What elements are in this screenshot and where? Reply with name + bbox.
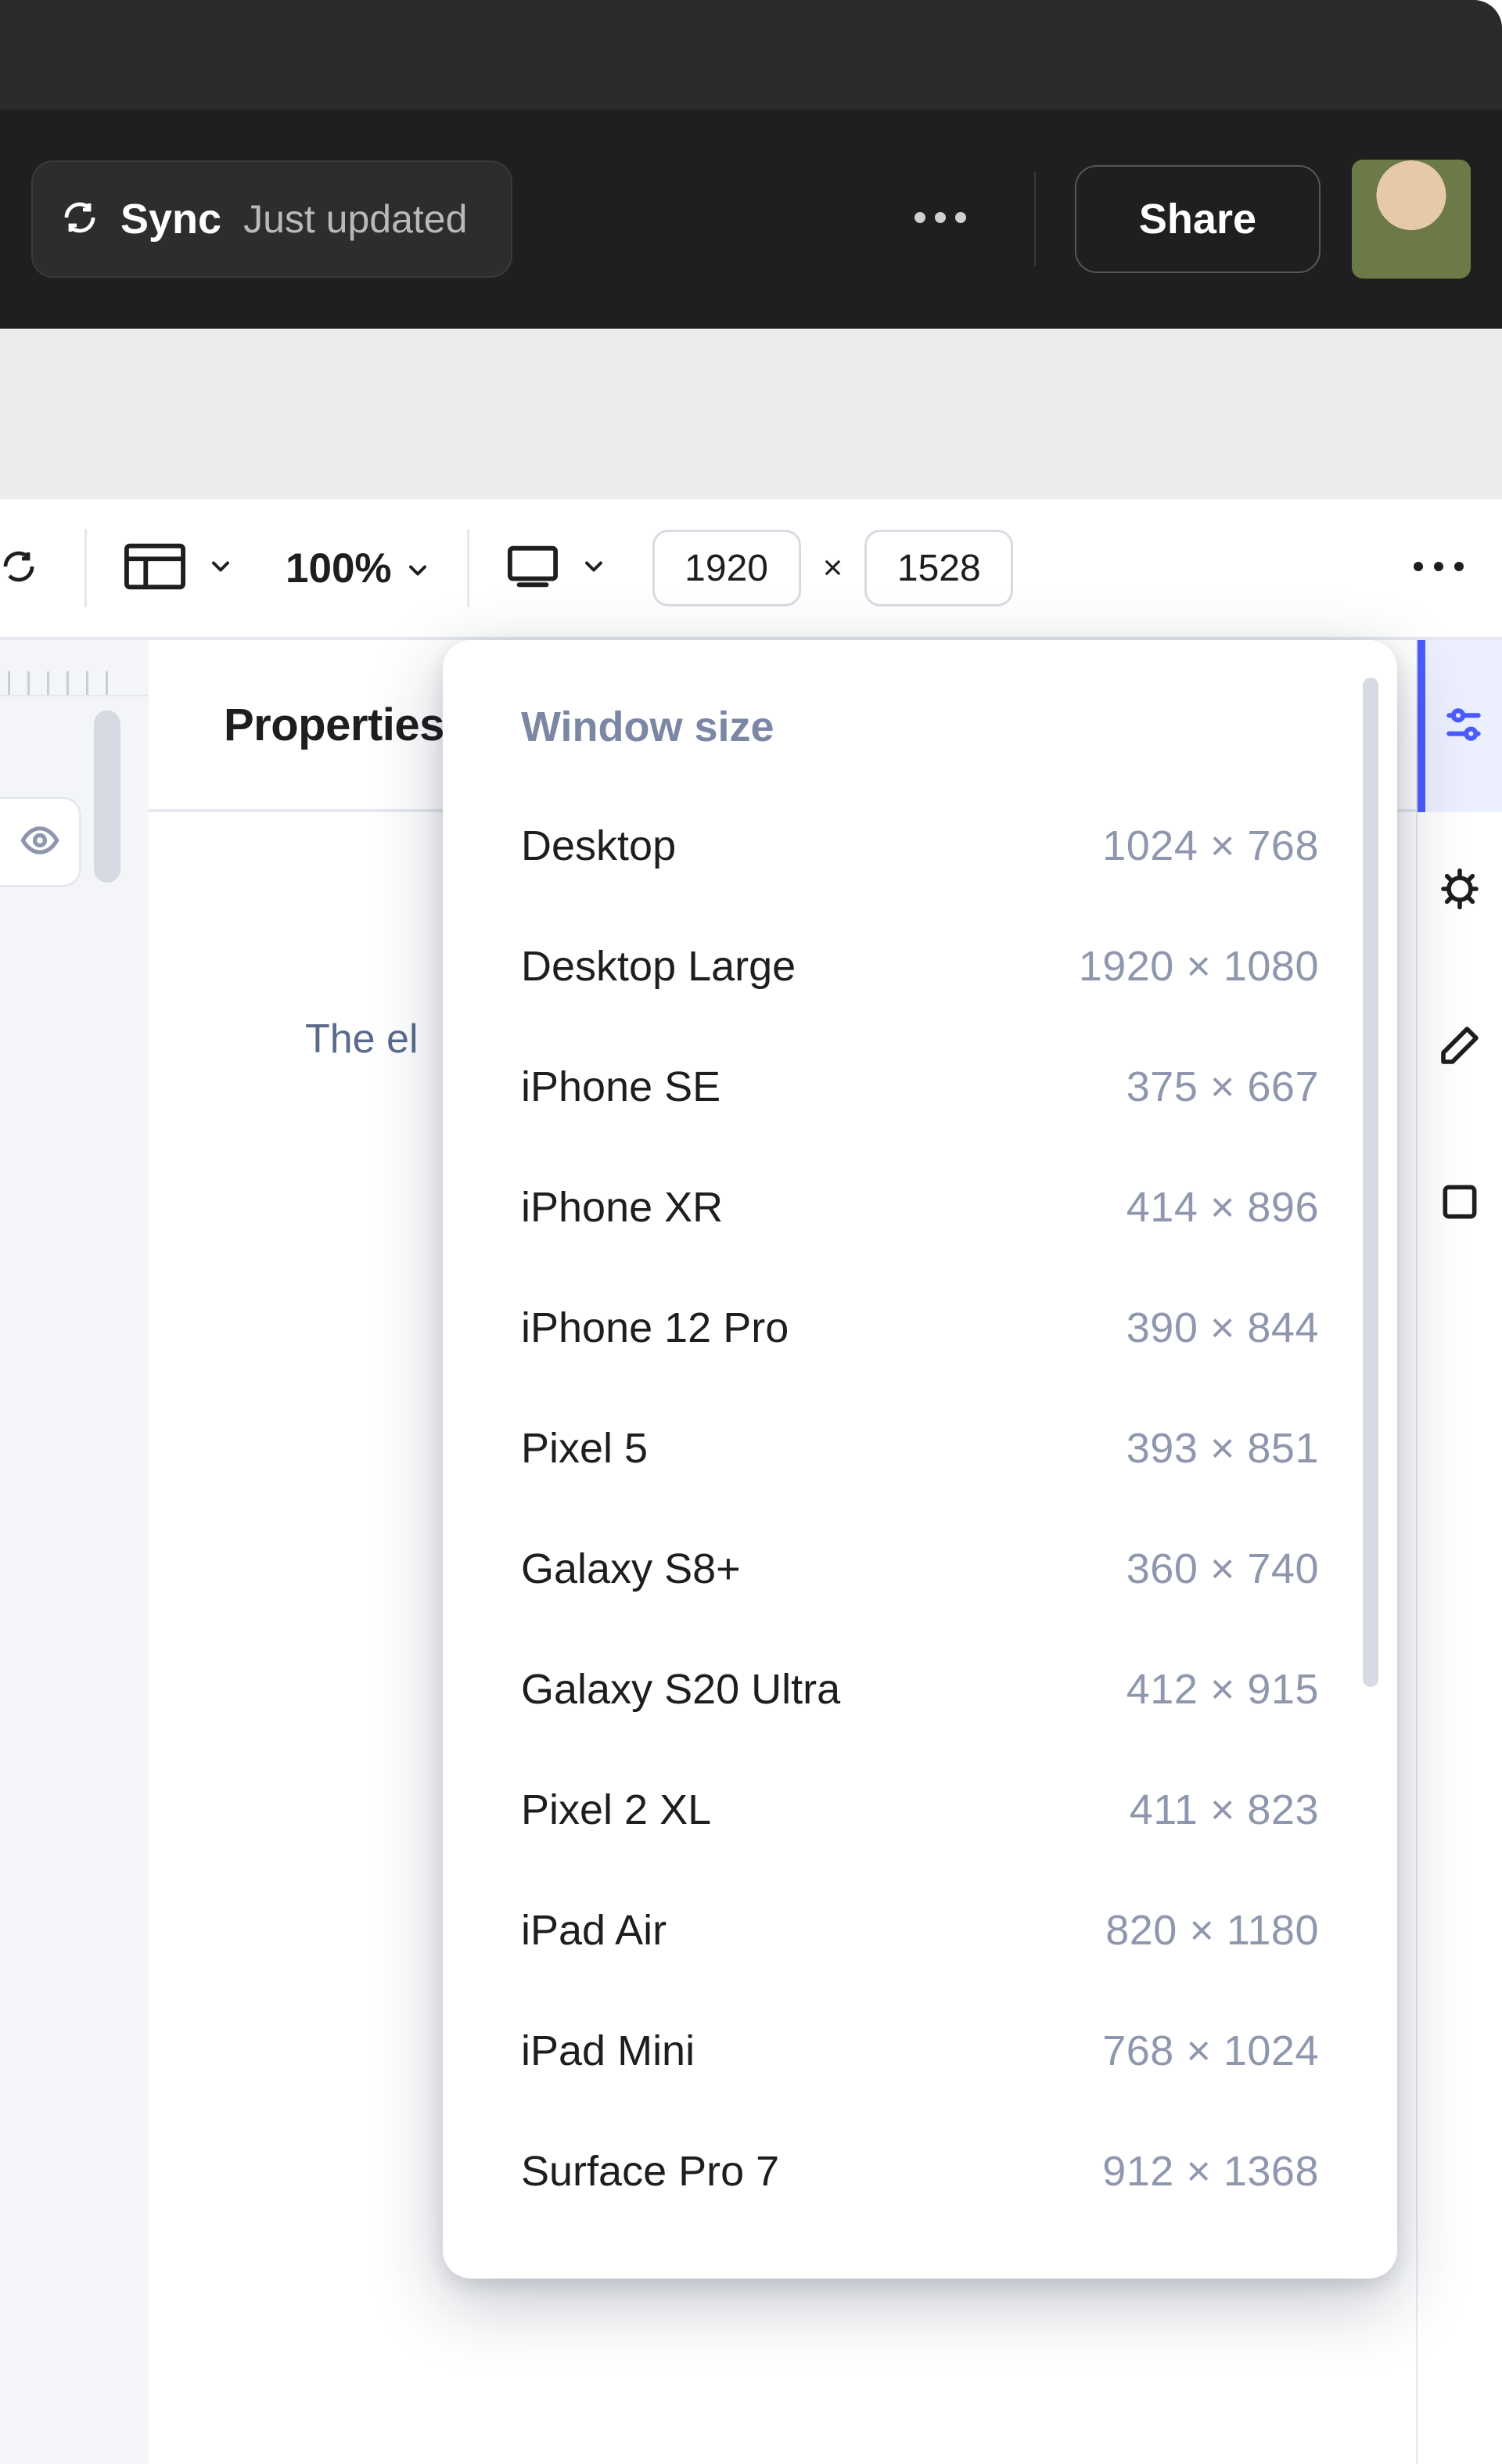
window-size-option-name: Galaxy S20 Ultra <box>521 1665 840 1714</box>
window-size-option-dims: 414 × 896 <box>1126 1183 1319 1232</box>
window-size-option-dims: 411 × 823 <box>1130 1786 1319 1834</box>
viewport-width-input[interactable] <box>652 530 801 606</box>
monitor-icon <box>507 545 559 592</box>
more-horizontal-icon <box>913 210 968 228</box>
dimensions-separator: × <box>823 549 843 588</box>
eye-icon <box>20 820 60 865</box>
app-topbar: Sync Just updated Share <box>0 110 1502 329</box>
sync-label: Sync <box>120 195 221 243</box>
rail-tab-layout[interactable] <box>1418 1125 1502 1282</box>
properties-title: Properties <box>224 699 444 751</box>
window-size-option[interactable]: iPad Air 820 × 1180 <box>443 1870 1397 1991</box>
preview-toggle[interactable] <box>0 797 81 887</box>
window-size-option[interactable]: iPhone 12 Pro 390 × 844 <box>443 1268 1397 1388</box>
window-size-option[interactable]: Pixel 2 XL 411 × 823 <box>443 1750 1397 1870</box>
chevron-down-icon <box>209 555 232 582</box>
window-size-option[interactable]: Pixel 5 393 × 851 <box>443 1388 1397 1509</box>
window-size-option[interactable]: Desktop 1024 × 768 <box>443 786 1397 906</box>
sliders-icon <box>1442 703 1486 750</box>
topbar-separator <box>1034 172 1036 266</box>
toolbar-separator <box>467 529 469 607</box>
window-size-option-dims: 768 × 1024 <box>1102 2027 1319 2075</box>
window-size-option-name: Pixel 5 <box>521 1424 648 1473</box>
window-size-option[interactable]: iPhone SE 375 × 667 <box>443 1027 1397 1147</box>
sync-icon <box>61 199 99 240</box>
right-tool-rail <box>1416 640 1502 2464</box>
window-size-option-dims: 820 × 1180 <box>1105 1906 1319 1955</box>
window-size-option-name: iPad Air <box>521 1906 667 1955</box>
window-size-option[interactable]: Galaxy S8+ 360 × 740 <box>443 1509 1397 1629</box>
viewport-dimensions: × <box>652 530 1014 606</box>
zoom-selector[interactable]: 100% <box>286 545 429 592</box>
dropdown-scrollbar-thumb[interactable] <box>1363 678 1378 1687</box>
sync-button[interactable]: Sync Just updated <box>31 160 512 278</box>
window-size-dropdown: Window size Desktop 1024 × 768 Desktop Lar… <box>443 640 1397 2279</box>
rail-tab-inspect[interactable] <box>1418 812 1502 969</box>
window-size-option-name: iPhone XR <box>521 1183 723 1232</box>
window-size-option-name: Desktop <box>521 822 676 870</box>
window-size-option-dims: 375 × 667 <box>1126 1063 1319 1111</box>
device-selector[interactable] <box>507 545 605 592</box>
sync-status: Just updated <box>243 196 467 242</box>
zoom-value: 100% <box>286 545 392 592</box>
window-size-option-name: Galaxy S8+ <box>521 1545 741 1593</box>
window-size-option-name: Desktop Large <box>521 942 796 991</box>
window-size-option-dims: 390 × 844 <box>1126 1304 1319 1352</box>
share-label: Share <box>1139 196 1256 243</box>
window-size-option-name: iPhone 12 Pro <box>521 1304 789 1352</box>
bug-icon <box>1438 867 1482 915</box>
editor-toolbar: 100% × <box>0 499 1502 640</box>
window-size-option-dims: 1920 × 1080 <box>1079 942 1319 991</box>
chevron-down-icon <box>406 545 429 592</box>
gutter-scrollbar-thumb[interactable] <box>94 710 120 883</box>
window-size-option-dims: 412 × 915 <box>1126 1665 1319 1714</box>
window-size-option-dims: 1024 × 768 <box>1102 822 1319 870</box>
pen-icon <box>1438 1023 1482 1071</box>
toolbar-separator <box>84 529 87 607</box>
window-size-option-name: Surface Pro 7 <box>521 2147 779 2196</box>
rail-tab-styles[interactable] <box>1418 640 1502 812</box>
window-size-option[interactable]: Surface Pro 7 912 × 1368 <box>443 2111 1397 2232</box>
dropdown-header: Window size <box>443 703 1397 786</box>
window-size-option[interactable]: Desktop Large 1920 × 1080 <box>443 906 1397 1027</box>
user-avatar[interactable] <box>1352 160 1471 279</box>
share-button[interactable]: Share <box>1075 165 1321 273</box>
main-area: Properties The el <box>0 640 1502 2464</box>
sub-header-strip <box>0 329 1502 499</box>
rail-tab-edit[interactable] <box>1418 969 1502 1125</box>
layout-icon <box>124 543 185 594</box>
topbar-more-button[interactable] <box>893 172 987 266</box>
window-size-option-dims: 912 × 1368 <box>1102 2147 1319 2196</box>
window-size-option[interactable]: Galaxy S20 Ultra 412 × 915 <box>443 1629 1397 1750</box>
layout-selector[interactable] <box>124 543 232 594</box>
window-size-option-name: iPhone SE <box>521 1063 720 1111</box>
refresh-button[interactable] <box>0 548 47 589</box>
square-icon <box>1438 1180 1482 1228</box>
more-horizontal-icon <box>1413 561 1464 576</box>
chevron-down-icon <box>582 555 605 582</box>
macos-titlebar <box>0 0 1502 110</box>
window-size-option-name: iPad Mini <box>521 2027 695 2075</box>
refresh-icon <box>0 548 38 589</box>
window-size-option-name: Pixel 2 XL <box>521 1786 711 1834</box>
window-size-option-dims: 360 × 740 <box>1126 1545 1319 1593</box>
window-size-option[interactable]: iPad Mini 768 × 1024 <box>443 1991 1397 2111</box>
properties-placeholder: The el <box>305 1016 419 1062</box>
window-size-option-dims: 393 × 851 <box>1126 1424 1319 1473</box>
viewport-height-input[interactable] <box>864 530 1013 606</box>
toolbar-more-button[interactable] <box>1413 561 1464 576</box>
window-size-option[interactable]: iPhone XR 414 × 896 <box>443 1147 1397 1268</box>
